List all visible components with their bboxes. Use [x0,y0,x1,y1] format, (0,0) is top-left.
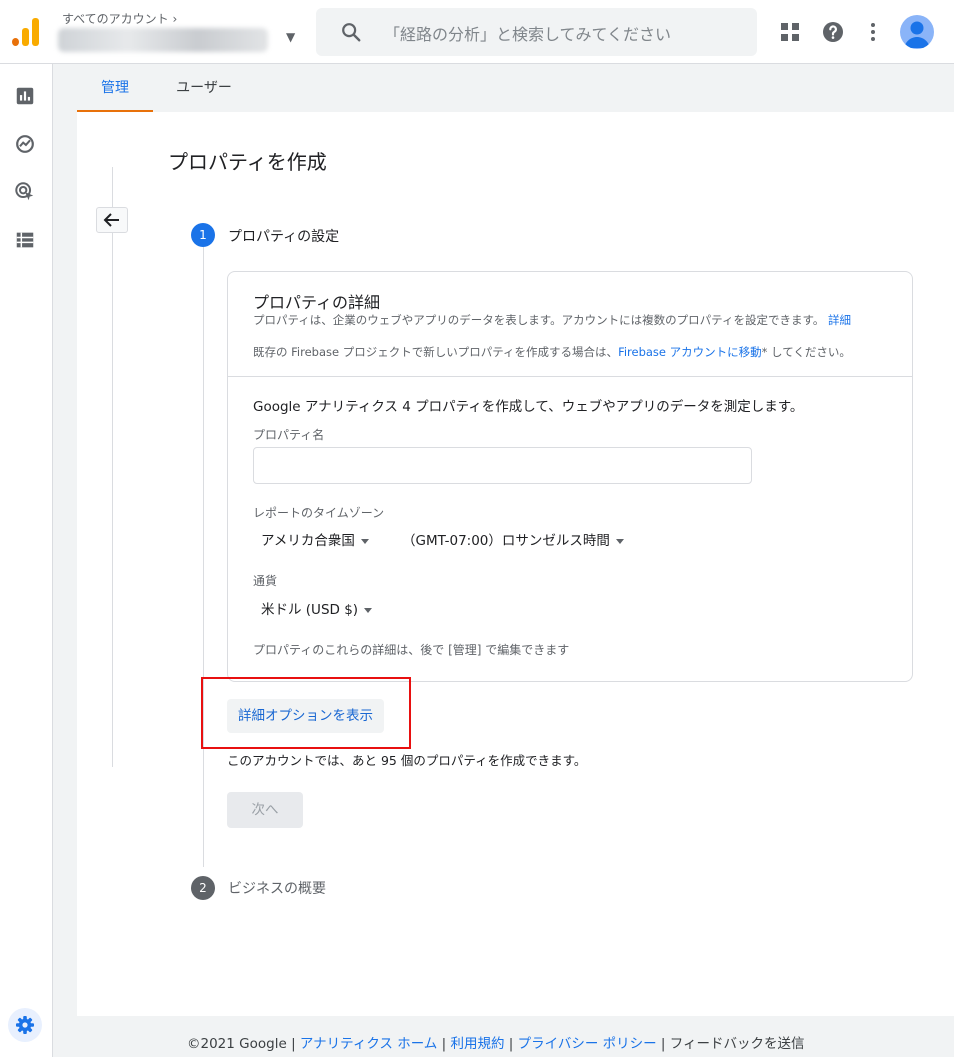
advertising-icon[interactable] [14,181,36,203]
account-name-blurred[interactable] [58,28,268,52]
configure-icon[interactable] [14,229,36,251]
admin-tabs: 管理 ユーザー [77,64,954,112]
timezone-label: レポートのタイムゾーン [253,506,385,520]
stepper-line [203,247,204,867]
analytics-logo[interactable] [12,18,40,46]
firebase-prefix: 既存の Firebase プロジェクトで新しいプロパティを作成する場合は、 [253,345,619,359]
send-feedback-link[interactable]: フィードバックを送信 [670,1036,805,1052]
copyright: ©2021 Google [187,1036,287,1052]
terms-link[interactable]: 利用規約 [450,1036,504,1052]
arrow-back-icon [103,213,119,227]
card-divider [228,376,912,377]
help-icon[interactable] [821,20,845,44]
settings-gear-icon [16,1016,34,1034]
currency-select[interactable]: 米ドル (USD $) [261,598,373,618]
property-quota-text: このアカウントでは、あと 95 個のプロパティを作成できます。 [227,753,587,768]
step-1-label: プロパティの設定 [228,229,340,245]
top-app-bar: すべてのアカウント › ▼ 「経路の分析」と検索してみてください [0,0,954,64]
annotation-highlight-box [201,677,411,749]
back-button[interactable] [96,207,128,233]
analytics-home-link[interactable]: アナリティクス ホーム [300,1036,437,1052]
firebase-account-link[interactable]: Firebase アカウントに移動 [618,345,762,359]
create-property-panel: プロパティを作成 1 プロパティの設定 プロパティの詳細 プロパティは、企業のウ… [77,112,954,1016]
step-2-badge: 2 [191,876,215,900]
country-value: アメリカ合衆国 [261,533,355,549]
admin-settings-button[interactable] [8,1008,42,1042]
property-details-card: プロパティの詳細 プロパティは、企業のウェブやアプリのデータを表します。アカウン… [227,271,913,682]
person-icon [904,21,930,48]
left-nav-rail [0,64,53,1057]
step-1-badge: 1 [191,223,215,247]
currency-label: 通貨 [253,574,278,588]
card-title: プロパティの詳細 [253,293,381,312]
reports-icon[interactable] [14,85,36,107]
ga4-intro-text: Google アナリティクス 4 プロパティを作成して、ウェブやアプリのデータを… [253,399,804,415]
search-bar[interactable]: 「経路の分析」と検索してみてください [316,8,757,56]
property-name-label: プロパティ名 [253,428,325,442]
footer: ©2021 Google | アナリティクス ホーム | 利用規約 | プライバ… [187,1036,805,1052]
account-picker-chevron-down-icon[interactable]: ▼ [286,30,295,44]
edit-later-note: プロパティのこれらの詳細は、後で [管理] で編集できます [253,643,570,657]
tab-admin[interactable]: 管理 [77,64,153,112]
property-name-input[interactable] [253,447,752,484]
currency-value: 米ドル (USD $) [261,602,359,618]
learn-more-link[interactable]: 詳細 [828,313,851,327]
account-avatar[interactable] [900,15,934,49]
page-title: プロパティを作成 [168,150,327,174]
timezone-value: （GMT-07:00）ロサンゼルス時間 [402,533,610,549]
firebase-suffix: * してください。 [761,345,851,359]
apps-grid-icon[interactable] [778,20,802,44]
privacy-policy-link[interactable]: プライバシー ポリシー [518,1036,657,1052]
panel-divider [112,167,113,767]
tab-users[interactable]: ユーザー [163,64,245,112]
chevron-down-icon [615,538,624,544]
card-description: プロパティは、企業のウェブやアプリのデータを表します。アカウントには複数のプロパ… [253,312,893,328]
explore-icon[interactable] [14,133,36,155]
search-icon [342,23,361,42]
chevron-down-icon [360,538,369,544]
search-input[interactable]: 「経路の分析」と検索してみてください [384,21,671,45]
country-select[interactable]: アメリカ合衆国 [261,529,369,549]
next-button[interactable]: 次へ [227,792,303,828]
more-vert-icon[interactable] [861,20,885,44]
card-description-text: プロパティは、企業のウェブやアプリのデータを表します。アカウントには複数のプロパ… [253,313,825,327]
chevron-down-icon [364,607,373,613]
step-2-label: ビジネスの概要 [228,881,326,897]
account-breadcrumb[interactable]: すべてのアカウント › [62,10,177,27]
firebase-line: 既存の Firebase プロジェクトで新しいプロパティを作成する場合は、Fir… [253,344,851,360]
timezone-select[interactable]: （GMT-07:00）ロサンゼルス時間 [402,529,624,549]
